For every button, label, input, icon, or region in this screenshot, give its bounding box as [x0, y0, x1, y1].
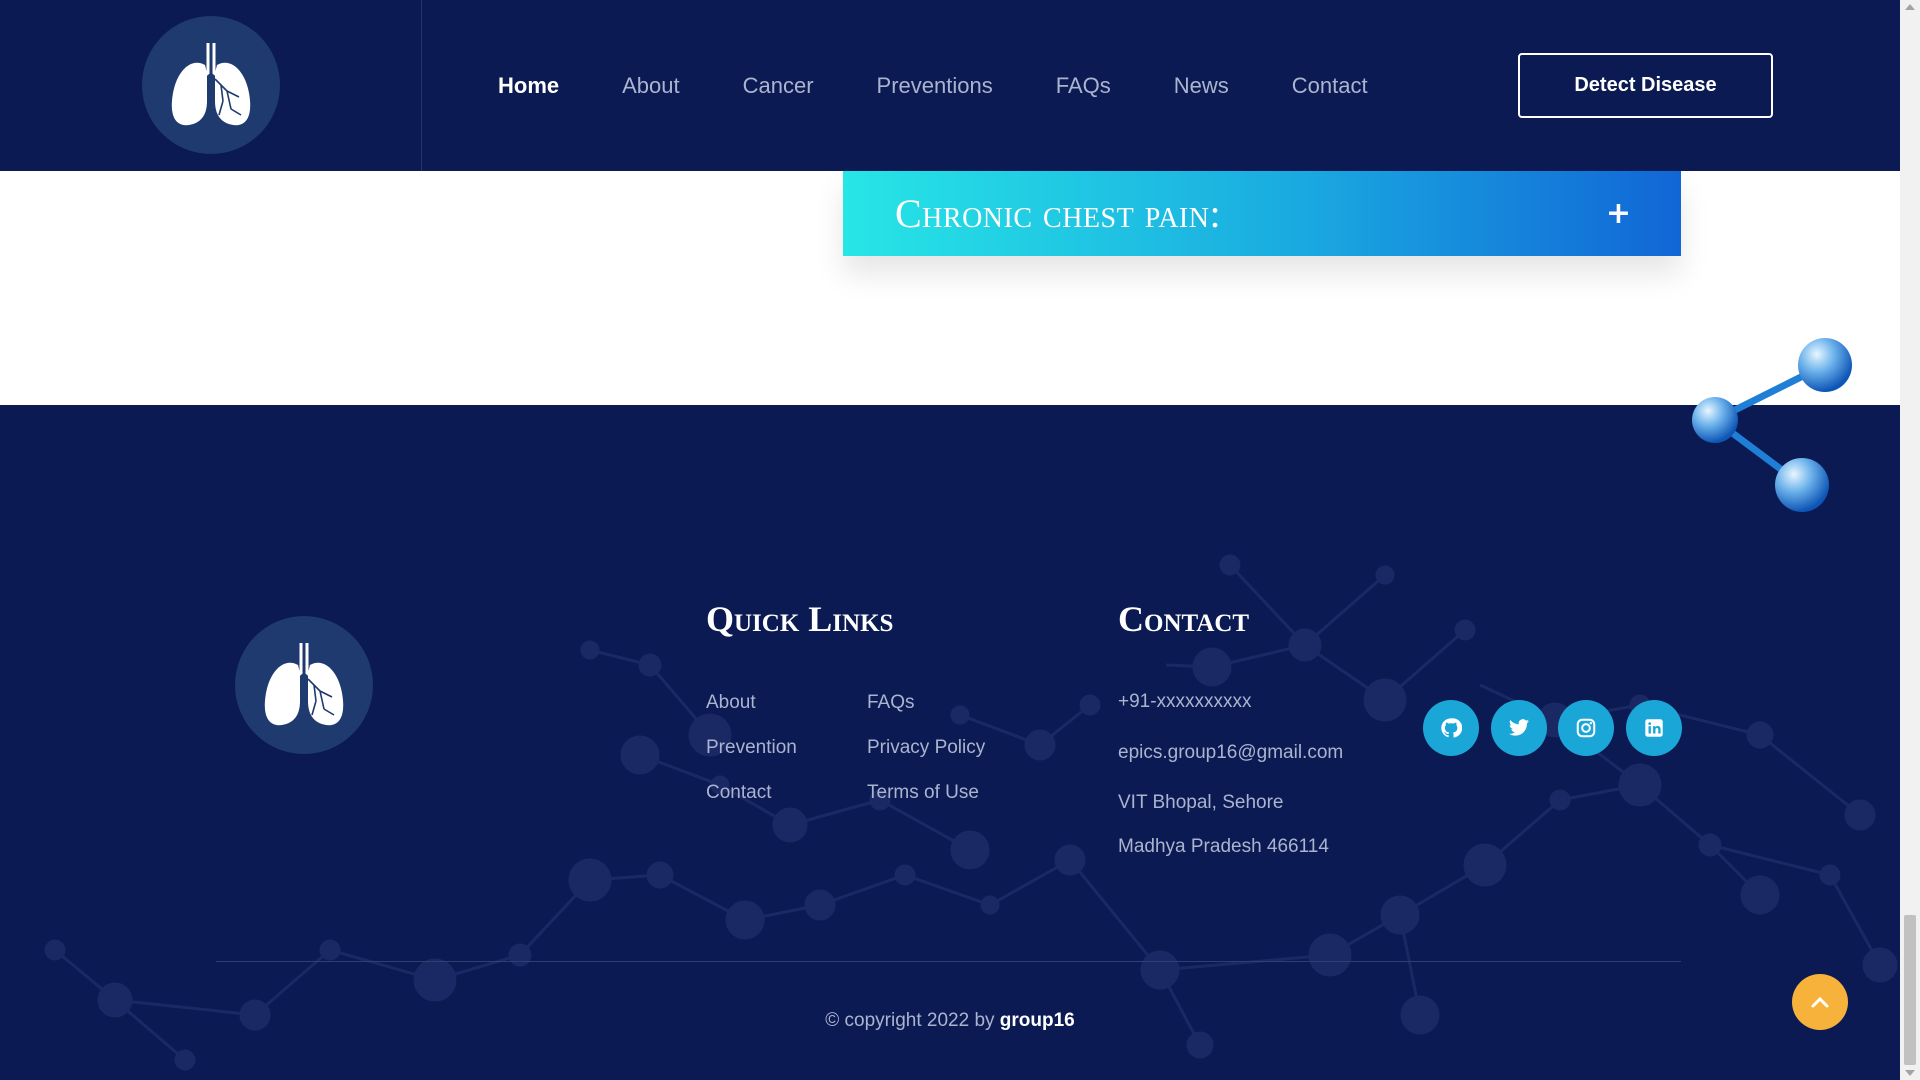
- faq-accordion-item[interactable]: Chronic chest pain: +: [843, 171, 1681, 256]
- scrollbar-thumb[interactable]: [1904, 915, 1916, 1065]
- nav-link-preventions[interactable]: Preventions: [877, 73, 993, 99]
- nav-divider: [421, 0, 422, 171]
- nav-link-faqs[interactable]: FAQs: [1056, 73, 1111, 99]
- linkedin-icon[interactable]: [1626, 700, 1682, 756]
- copyright-text: © copyright 2022 by group16: [0, 1010, 1900, 1032]
- nav-link-about[interactable]: About: [622, 73, 680, 99]
- footer-divider: [216, 961, 1681, 962]
- footer: Quick Links About Prevention Contact FAQ…: [0, 405, 1900, 1080]
- accordion-title: Chronic chest pain:: [895, 191, 1222, 236]
- nav-link-contact[interactable]: Contact: [1292, 73, 1368, 99]
- detect-disease-button[interactable]: Detect Disease: [1518, 53, 1773, 118]
- plus-icon[interactable]: +: [1606, 196, 1631, 231]
- twitter-icon[interactable]: [1491, 700, 1547, 756]
- quick-links-heading: Quick Links: [706, 599, 894, 639]
- page-scrollbar[interactable]: [1900, 0, 1920, 1080]
- footer-link-contact[interactable]: Contact: [706, 782, 771, 804]
- contact-heading: Contact: [1118, 599, 1250, 639]
- contact-email[interactable]: epics.group16@gmail.com: [1118, 742, 1343, 764]
- scroll-up-arrow-icon[interactable]: [1905, 4, 1915, 10]
- instagram-icon[interactable]: [1558, 700, 1614, 756]
- main-nav: Home About Cancer Preventions FAQs News …: [498, 0, 1431, 171]
- copyright-owner[interactable]: group16: [1000, 1010, 1075, 1031]
- contact-address-line1: VIT Bhopal, Sehore: [1118, 792, 1284, 813]
- nav-link-home[interactable]: Home: [498, 73, 559, 99]
- footer-link-privacy-policy[interactable]: Privacy Policy: [867, 737, 985, 759]
- nav-link-news[interactable]: News: [1174, 73, 1229, 99]
- scroll-to-top-button[interactable]: [1792, 974, 1848, 1030]
- lungs-logo-icon[interactable]: [142, 16, 280, 154]
- footer-link-faqs[interactable]: FAQs: [867, 692, 915, 714]
- github-icon[interactable]: [1423, 700, 1479, 756]
- contact-address-line2: Madhya Pradesh 466114: [1118, 836, 1329, 857]
- footer-lungs-logo-icon[interactable]: [235, 616, 373, 754]
- copyright-prefix: © copyright 2022 by: [825, 1010, 1000, 1031]
- scroll-down-arrow-icon[interactable]: [1905, 1070, 1915, 1076]
- molecule-icon: [1692, 338, 1852, 512]
- contact-phone: +91-xxxxxxxxxx: [1118, 691, 1252, 712]
- footer-link-terms-of-use[interactable]: Terms of Use: [867, 782, 979, 804]
- footer-link-about[interactable]: About: [706, 692, 756, 714]
- footer-link-prevention[interactable]: Prevention: [706, 737, 797, 759]
- chevron-up-icon: [1811, 996, 1829, 1008]
- navbar: Home About Cancer Preventions FAQs News …: [0, 0, 1900, 171]
- nav-link-cancer[interactable]: Cancer: [743, 73, 814, 99]
